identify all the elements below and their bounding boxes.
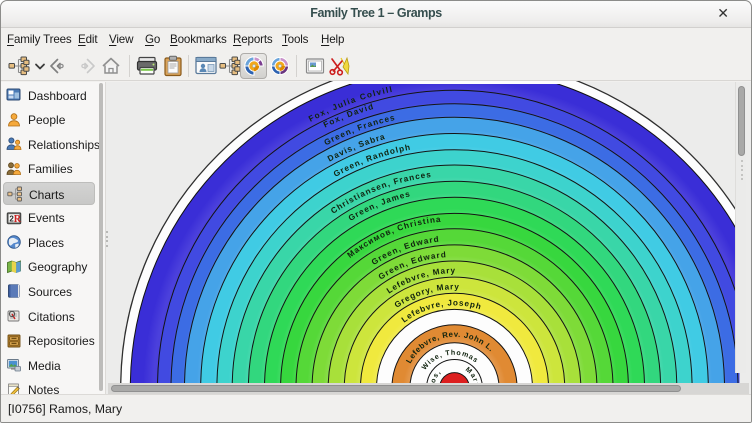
svg-text:R: R [14, 214, 22, 225]
